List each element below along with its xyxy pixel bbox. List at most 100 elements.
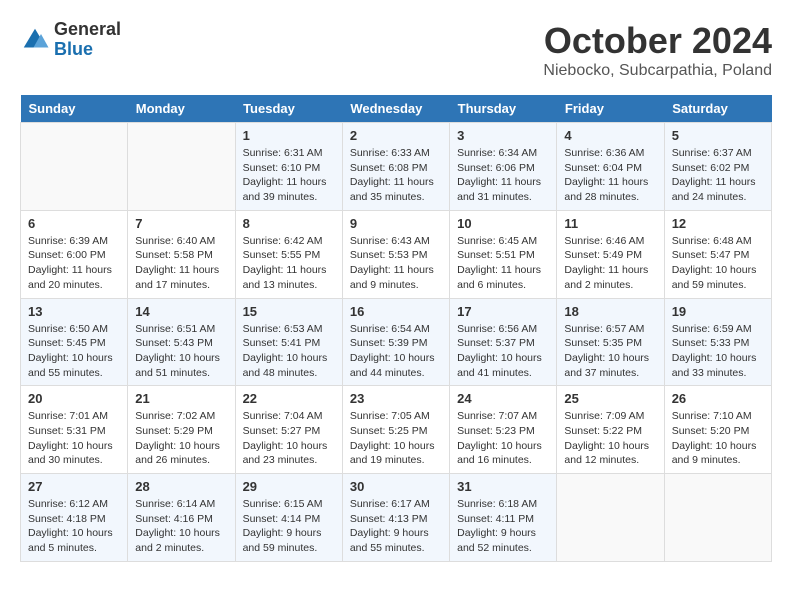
calendar-cell: 6Sunrise: 6:39 AM Sunset: 6:00 PM Daylig… bbox=[21, 210, 128, 298]
location-title: Niebocko, Subcarpathia, Poland bbox=[543, 62, 772, 80]
day-number: 5 bbox=[672, 128, 764, 143]
day-number: 11 bbox=[564, 216, 656, 231]
day-info: Sunrise: 6:34 AM Sunset: 6:06 PM Dayligh… bbox=[457, 146, 549, 205]
day-number: 31 bbox=[457, 479, 549, 494]
day-info: Sunrise: 6:59 AM Sunset: 5:33 PM Dayligh… bbox=[672, 322, 764, 381]
calendar-cell: 21 Sunrise: 7:02 AM Sunset: 5:29 PM Dayli… bbox=[128, 386, 235, 474]
day-number: 3 bbox=[457, 128, 549, 143]
calendar-cell: 24Sunrise: 7:07 AM Sunset: 5:23 PM Dayli… bbox=[450, 386, 557, 474]
day-info: Sunrise: 6:37 AM Sunset: 6:02 PM Dayligh… bbox=[672, 146, 764, 205]
day-number: 19 bbox=[672, 304, 764, 319]
day-info: Sunrise: 6:18 AM Sunset: 4:11 PM Dayligh… bbox=[457, 497, 549, 556]
calendar-cell: 5 Sunrise: 6:37 AM Sunset: 6:02 PM Daylig… bbox=[664, 123, 771, 211]
day-number: 2 bbox=[350, 128, 442, 143]
title-section: October 2024 Niebocko, Subcarpathia, Pol… bbox=[543, 20, 772, 80]
calendar-cell bbox=[557, 474, 664, 562]
header-row: Sunday Monday Tuesday Wednesday Thursday… bbox=[21, 95, 772, 123]
col-friday: Friday bbox=[557, 95, 664, 123]
calendar-cell: 10 Sunrise: 6:45 AM Sunset: 5:51 PM Dayli… bbox=[450, 210, 557, 298]
calendar-row: 20 Sunrise: 7:01 AM Sunset: 5:31 PM Dayli… bbox=[21, 386, 772, 474]
calendar-cell bbox=[664, 474, 771, 562]
day-info: Sunrise: 6:43 AM Sunset: 5:53 PM Dayligh… bbox=[350, 234, 442, 293]
calendar-cell: 20 Sunrise: 7:01 AM Sunset: 5:31 PM Dayli… bbox=[21, 386, 128, 474]
day-number: 12 bbox=[672, 216, 764, 231]
calendar-row: 13 Sunrise: 6:50 AM Sunset: 5:45 PM Dayli… bbox=[21, 298, 772, 386]
day-number: 7 bbox=[135, 216, 227, 231]
calendar-row: 27 Sunrise: 6:12 AM Sunset: 4:18 PM Dayli… bbox=[21, 474, 772, 562]
calendar-cell: 4Sunrise: 6:36 AM Sunset: 6:04 PM Daylig… bbox=[557, 123, 664, 211]
day-info: Sunrise: 6:15 AM Sunset: 4:14 PM Dayligh… bbox=[243, 497, 335, 556]
day-number: 30 bbox=[350, 479, 442, 494]
day-number: 8 bbox=[243, 216, 335, 231]
day-info: Sunrise: 6:56 AM Sunset: 5:37 PM Dayligh… bbox=[457, 322, 549, 381]
day-info: Sunrise: 6:50 AM Sunset: 5:45 PM Dayligh… bbox=[28, 322, 120, 381]
day-info: Sunrise: 6:40 AM Sunset: 5:58 PM Dayligh… bbox=[135, 234, 227, 293]
calendar-cell: 30 Sunrise: 6:17 AM Sunset: 4:13 PM Dayli… bbox=[342, 474, 449, 562]
day-number: 17 bbox=[457, 304, 549, 319]
calendar-row: 6Sunrise: 6:39 AM Sunset: 6:00 PM Daylig… bbox=[21, 210, 772, 298]
calendar-cell: 22 Sunrise: 7:04 AM Sunset: 5:27 PM Dayli… bbox=[235, 386, 342, 474]
day-info: Sunrise: 6:31 AM Sunset: 6:10 PM Dayligh… bbox=[243, 146, 335, 205]
day-number: 1 bbox=[243, 128, 335, 143]
day-number: 14 bbox=[135, 304, 227, 319]
calendar-cell: 15Sunrise: 6:53 AM Sunset: 5:41 PM Dayli… bbox=[235, 298, 342, 386]
calendar-cell: 29Sunrise: 6:15 AM Sunset: 4:14 PM Dayli… bbox=[235, 474, 342, 562]
day-number: 18 bbox=[564, 304, 656, 319]
day-info: Sunrise: 6:45 AM Sunset: 5:51 PM Dayligh… bbox=[457, 234, 549, 293]
day-info: Sunrise: 7:01 AM Sunset: 5:31 PM Dayligh… bbox=[28, 409, 120, 468]
calendar-cell: 23 Sunrise: 7:05 AM Sunset: 5:25 PM Dayli… bbox=[342, 386, 449, 474]
col-saturday: Saturday bbox=[664, 95, 771, 123]
calendar-cell: 1 Sunrise: 6:31 AM Sunset: 6:10 PM Daylig… bbox=[235, 123, 342, 211]
day-info: Sunrise: 6:53 AM Sunset: 5:41 PM Dayligh… bbox=[243, 322, 335, 381]
col-monday: Monday bbox=[128, 95, 235, 123]
day-info: Sunrise: 7:07 AM Sunset: 5:23 PM Dayligh… bbox=[457, 409, 549, 468]
day-number: 16 bbox=[350, 304, 442, 319]
day-info: Sunrise: 6:42 AM Sunset: 5:55 PM Dayligh… bbox=[243, 234, 335, 293]
col-thursday: Thursday bbox=[450, 95, 557, 123]
day-info: Sunrise: 7:09 AM Sunset: 5:22 PM Dayligh… bbox=[564, 409, 656, 468]
day-info: Sunrise: 7:05 AM Sunset: 5:25 PM Dayligh… bbox=[350, 409, 442, 468]
day-info: Sunrise: 6:57 AM Sunset: 5:35 PM Dayligh… bbox=[564, 322, 656, 381]
calendar-cell: 19 Sunrise: 6:59 AM Sunset: 5:33 PM Dayli… bbox=[664, 298, 771, 386]
day-number: 9 bbox=[350, 216, 442, 231]
calendar-cell: 16 Sunrise: 6:54 AM Sunset: 5:39 PM Dayli… bbox=[342, 298, 449, 386]
day-info: Sunrise: 6:36 AM Sunset: 6:04 PM Dayligh… bbox=[564, 146, 656, 205]
day-info: Sunrise: 6:48 AM Sunset: 5:47 PM Dayligh… bbox=[672, 234, 764, 293]
calendar-cell: 12 Sunrise: 6:48 AM Sunset: 5:47 PM Dayli… bbox=[664, 210, 771, 298]
day-number: 28 bbox=[135, 479, 227, 494]
calendar-cell: 3 Sunrise: 6:34 AM Sunset: 6:06 PM Daylig… bbox=[450, 123, 557, 211]
day-number: 13 bbox=[28, 304, 120, 319]
day-info: Sunrise: 6:54 AM Sunset: 5:39 PM Dayligh… bbox=[350, 322, 442, 381]
day-number: 21 bbox=[135, 391, 227, 406]
col-tuesday: Tuesday bbox=[235, 95, 342, 123]
calendar-cell bbox=[21, 123, 128, 211]
day-number: 10 bbox=[457, 216, 549, 231]
calendar-cell: 28Sunrise: 6:14 AM Sunset: 4:16 PM Dayli… bbox=[128, 474, 235, 562]
day-info: Sunrise: 7:04 AM Sunset: 5:27 PM Dayligh… bbox=[243, 409, 335, 468]
calendar-cell: 11Sunrise: 6:46 AM Sunset: 5:49 PM Dayli… bbox=[557, 210, 664, 298]
calendar-cell: 9 Sunrise: 6:43 AM Sunset: 5:53 PM Daylig… bbox=[342, 210, 449, 298]
logo-blue: Blue bbox=[54, 40, 121, 60]
calendar-cell: 13 Sunrise: 6:50 AM Sunset: 5:45 PM Dayli… bbox=[21, 298, 128, 386]
calendar-cell: 14 Sunrise: 6:51 AM Sunset: 5:43 PM Dayli… bbox=[128, 298, 235, 386]
day-info: Sunrise: 7:10 AM Sunset: 5:20 PM Dayligh… bbox=[672, 409, 764, 468]
day-info: Sunrise: 6:51 AM Sunset: 5:43 PM Dayligh… bbox=[135, 322, 227, 381]
day-number: 20 bbox=[28, 391, 120, 406]
col-sunday: Sunday bbox=[21, 95, 128, 123]
day-number: 27 bbox=[28, 479, 120, 494]
calendar-cell: 17 Sunrise: 6:56 AM Sunset: 5:37 PM Dayli… bbox=[450, 298, 557, 386]
logo-general: General bbox=[54, 20, 121, 40]
day-info: Sunrise: 7:02 AM Sunset: 5:29 PM Dayligh… bbox=[135, 409, 227, 468]
calendar-cell: 25Sunrise: 7:09 AM Sunset: 5:22 PM Dayli… bbox=[557, 386, 664, 474]
day-info: Sunrise: 6:12 AM Sunset: 4:18 PM Dayligh… bbox=[28, 497, 120, 556]
calendar-cell: 2 Sunrise: 6:33 AM Sunset: 6:08 PM Daylig… bbox=[342, 123, 449, 211]
calendar-cell: 7 Sunrise: 6:40 AM Sunset: 5:58 PM Daylig… bbox=[128, 210, 235, 298]
day-info: Sunrise: 6:17 AM Sunset: 4:13 PM Dayligh… bbox=[350, 497, 442, 556]
calendar-cell bbox=[128, 123, 235, 211]
day-info: Sunrise: 6:33 AM Sunset: 6:08 PM Dayligh… bbox=[350, 146, 442, 205]
calendar-cell: 31 Sunrise: 6:18 AM Sunset: 4:11 PM Dayli… bbox=[450, 474, 557, 562]
day-number: 22 bbox=[243, 391, 335, 406]
day-number: 23 bbox=[350, 391, 442, 406]
calendar-cell: 27 Sunrise: 6:12 AM Sunset: 4:18 PM Dayli… bbox=[21, 474, 128, 562]
month-title: October 2024 bbox=[543, 20, 772, 62]
